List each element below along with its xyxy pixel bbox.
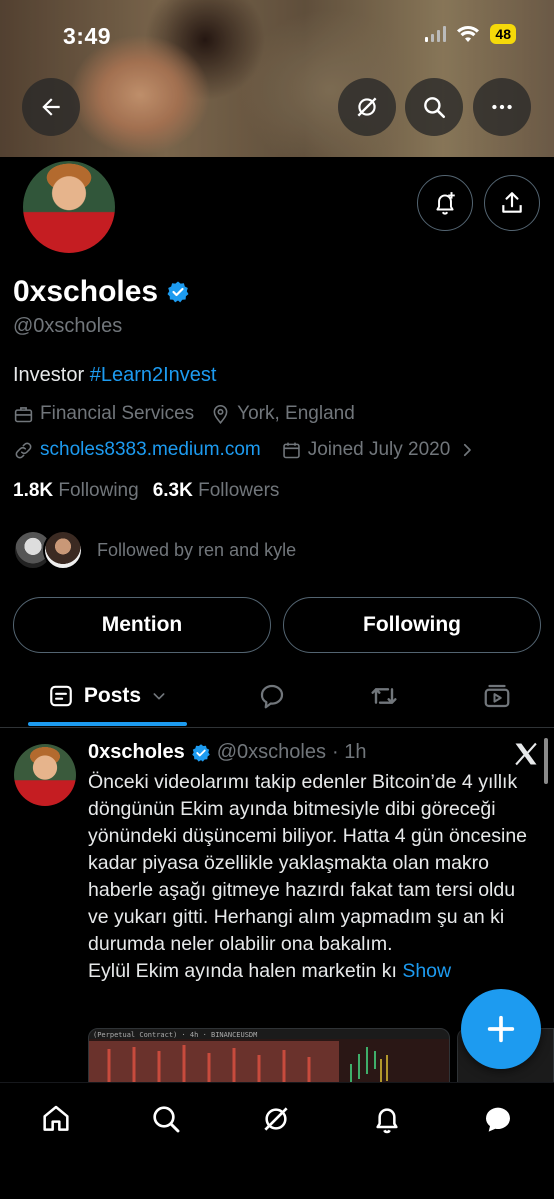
grok-icon [357, 97, 377, 117]
followers-label: Followers [198, 480, 280, 501]
tab-posts[interactable]: Posts [28, 668, 187, 724]
search-button[interactable] [405, 78, 463, 136]
post-author-name[interactable]: 0xscholes [88, 741, 185, 764]
notify-button[interactable] [417, 175, 473, 231]
share-icon [502, 192, 522, 213]
profile-handle: @0xscholes [13, 315, 123, 337]
tab-media[interactable] [470, 668, 524, 724]
followed-by-row[interactable]: Followed by ren and kyle [13, 530, 296, 570]
post-time: · 1h [331, 741, 367, 763]
profile-avatar[interactable] [19, 157, 119, 257]
post-media-chart[interactable]: (Perpetual Contract) · 4h · BINANCEUSDM [88, 1028, 450, 1083]
search-icon [424, 97, 446, 119]
followers-stat[interactable]: 6.3K Followers [153, 480, 280, 502]
more-button[interactable] [473, 78, 531, 136]
profile-tabs: Posts [0, 668, 554, 726]
link-icon [15, 442, 32, 458]
followers-count: 6.3K [152, 480, 193, 501]
reply-icon [260, 684, 284, 709]
chevron-down-icon [153, 693, 165, 700]
post-text: Önceki videolarımı takip edenler Bitcoin… [88, 769, 528, 985]
compose-button[interactable] [461, 989, 541, 1069]
calendar-icon [282, 442, 300, 458]
briefcase-icon [14, 406, 33, 422]
chat-bubble-icon [486, 1107, 510, 1132]
profile-category: Financial Services [40, 403, 195, 424]
verified-badge-icon[interactable] [166, 280, 190, 304]
location-pin-icon [213, 404, 228, 424]
grok-icon [264, 1107, 288, 1131]
repost-icon [371, 688, 397, 704]
profile-meta-row-2: scholes8383.medium.com Joined July 2020 [13, 439, 476, 461]
plus-icon [487, 1015, 515, 1043]
nav-grok[interactable] [254, 1097, 298, 1141]
follower-avatar-2 [43, 530, 83, 570]
grok-button[interactable] [338, 78, 396, 136]
scrollbar[interactable] [544, 738, 548, 784]
followed-by-text: Followed by ren and kyle [97, 539, 297, 560]
profile-joined: Joined July 2020 [307, 439, 451, 460]
profile-name: 0xscholes [13, 275, 190, 309]
following-label: Following [58, 480, 139, 501]
nav-messages[interactable] [476, 1097, 520, 1141]
post-author-handle: @0xscholes [216, 741, 326, 763]
tab-posts-label: Posts [83, 684, 142, 707]
nav-notifications[interactable] [365, 1097, 409, 1141]
tab-replies[interactable] [245, 668, 299, 724]
post-author-avatar[interactable] [14, 744, 76, 806]
back-button[interactable] [22, 78, 80, 136]
battery-indicator: 48 [490, 24, 516, 44]
profile-location: York, England [237, 403, 355, 424]
video-icon [484, 684, 510, 708]
nav-home[interactable] [34, 1097, 78, 1141]
following-count: 1.8K [13, 480, 54, 501]
home-icon [43, 1105, 69, 1131]
verified-badge-icon [191, 743, 210, 762]
profile-bio: Investor #Learn2Invest [13, 364, 216, 387]
posts-tab-icon [50, 685, 72, 707]
wifi-icon [457, 25, 480, 42]
profile-name-text: 0xscholes [13, 275, 159, 308]
bottom-nav [0, 1082, 554, 1199]
bell-icon [376, 1108, 398, 1134]
profile-website-link[interactable]: scholes8383.medium.com [40, 439, 261, 461]
bell-plus-icon [436, 192, 455, 215]
show-more-link[interactable]: Show [402, 960, 451, 982]
post-body: Önceki videolarımı takip edenler Bitcoin… [88, 771, 528, 982]
search-icon [153, 1106, 180, 1133]
post-header: 0xscholes @0xscholes · 1h [88, 741, 366, 764]
mention-button[interactable]: Mention [13, 597, 271, 653]
status-time: 3:49 [63, 23, 112, 49]
tab-reposts[interactable] [357, 668, 411, 724]
share-button[interactable] [484, 175, 540, 231]
signal-icon [425, 26, 447, 42]
follow-stats: 1.8K Following 6.3K Followers [13, 480, 279, 502]
active-tab-indicator [28, 722, 187, 726]
following-button[interactable]: Following [283, 597, 541, 653]
x-logo-icon [515, 742, 537, 766]
status-icons: 48 [425, 24, 516, 44]
following-stat[interactable]: 1.8K Following [13, 480, 139, 502]
bio-text: Investor [13, 364, 90, 386]
bio-hashtag-link[interactable]: #Learn2Invest [90, 364, 217, 386]
chart-caption: (Perpetual Contract) · 4h · BINANCEUSDM [93, 1031, 258, 1039]
more-icon [492, 104, 512, 110]
nav-search[interactable] [144, 1097, 188, 1141]
chevron-right-icon[interactable] [458, 441, 476, 459]
profile-meta-row-1: Financial Services York, England [13, 403, 355, 425]
back-arrow-icon [42, 98, 60, 116]
